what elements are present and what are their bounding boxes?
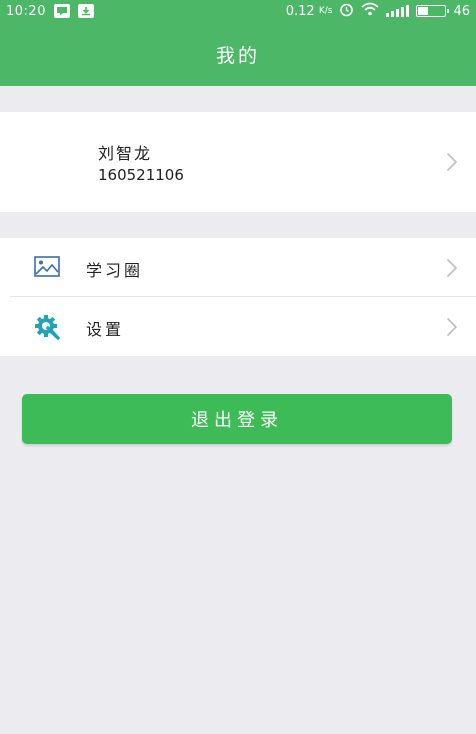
screen: 10:20 0.12 K/s 46 我的 刘智龙 160521106 学习圈 设… [0,0,476,734]
menu-item-label: 学习圈 [86,261,144,280]
wifi-icon [361,2,380,20]
logout-button[interactable]: 退出登录 [22,394,452,444]
page-title: 我的 [215,44,260,67]
chevron-right-icon [446,152,458,172]
signal-icon [386,5,410,17]
profile-name: 刘智龙 [98,144,153,163]
network-speed-unit: K/s [318,5,333,16]
network-speed: 0.12 K/s [285,3,333,19]
menu-item-study-circle[interactable]: 学习圈 [0,238,476,297]
gear-wrench-icon [34,314,60,340]
profile-student-id: 160521106 [98,166,184,184]
chevron-right-icon [446,258,458,278]
status-bar: 10:20 0.12 K/s 46 [0,0,476,22]
menu-item-settings[interactable]: 设置 [0,297,476,356]
download-app-icon [77,4,94,18]
image-icon [34,256,60,280]
profile-card[interactable]: 刘智龙 160521106 [0,112,476,212]
page-title-bar: 我的 [0,22,476,86]
menu-group: 学习圈 设置 [0,238,476,356]
status-time: 10:20 [6,3,46,19]
chevron-right-icon [446,317,458,337]
alarm-icon [339,2,354,21]
menu-item-label: 设置 [86,320,125,339]
battery-icon [416,5,450,17]
message-app-icon [53,4,70,18]
battery-level: 46 [453,3,470,19]
